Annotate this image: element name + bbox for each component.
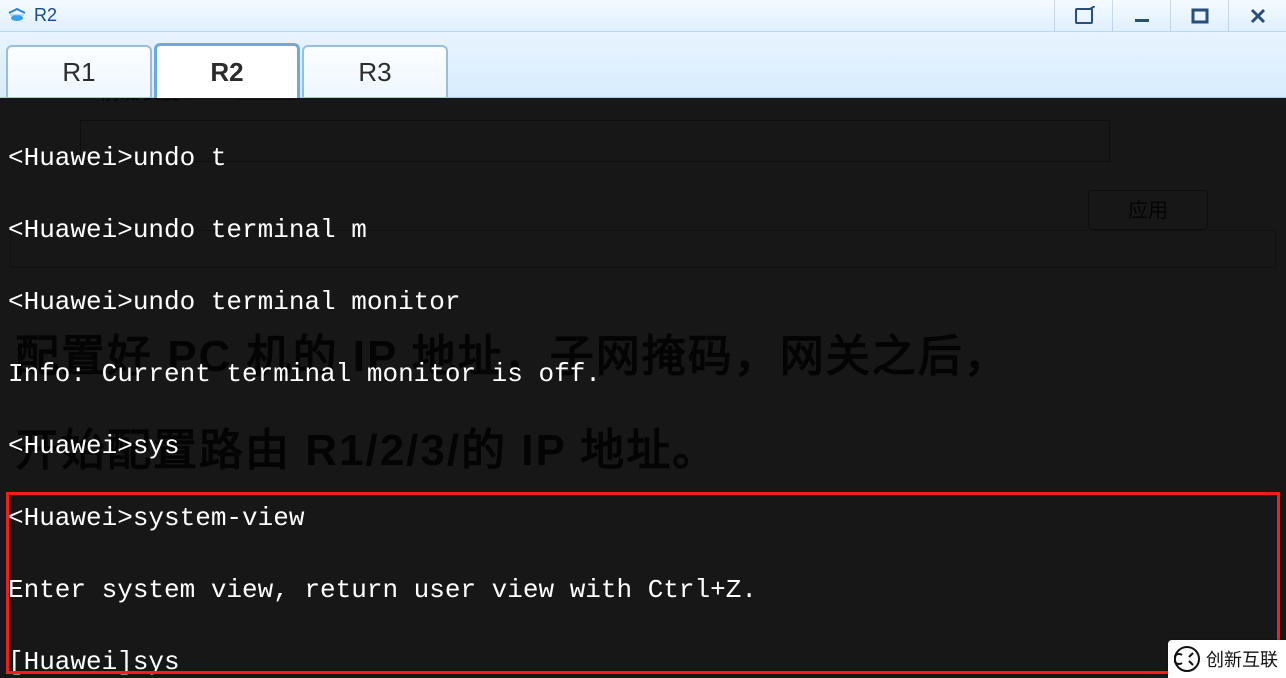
close-button[interactable] xyxy=(1228,0,1286,31)
tab-row: R1 R2 R3 xyxy=(0,32,1286,98)
terminal-line: <Huawei>undo terminal monitor xyxy=(8,284,1278,320)
watermark-icon xyxy=(1174,646,1200,672)
maximize-button[interactable] xyxy=(1170,0,1228,31)
tab-label: R2 xyxy=(210,57,243,88)
terminal-line: Enter system view, return user view with… xyxy=(8,572,1278,608)
tab-r2[interactable]: R2 xyxy=(154,43,300,99)
tab-r1[interactable]: R1 xyxy=(6,45,152,97)
terminal-line: <Huawei>undo terminal m xyxy=(8,212,1278,248)
tab-r3[interactable]: R3 xyxy=(302,45,448,97)
window-title: R2 xyxy=(34,5,57,26)
terminal-line: Info: Current terminal monitor is off. xyxy=(8,356,1278,392)
terminal[interactable]: <Huawei>undo t <Huawei>undo terminal m <… xyxy=(0,98,1286,678)
terminal-line: <Huawei>system-view xyxy=(8,500,1278,536)
minimize-button[interactable] xyxy=(1112,0,1170,31)
watermark-text: 创新互联 xyxy=(1206,646,1278,672)
tab-label: R1 xyxy=(62,57,95,88)
terminal-line: <Huawei>sys xyxy=(8,428,1278,464)
titlebar: R2 xyxy=(0,0,1286,32)
tab-label: R3 xyxy=(358,57,391,88)
terminal-line: [Huawei]sys xyxy=(8,644,1278,678)
new-tab-button[interactable] xyxy=(1054,0,1112,31)
window-controls xyxy=(1054,0,1286,31)
app-icon xyxy=(6,5,28,27)
watermark-badge[interactable]: 创新互联 xyxy=(1168,640,1286,678)
terminal-line: <Huawei>undo t xyxy=(8,140,1278,176)
